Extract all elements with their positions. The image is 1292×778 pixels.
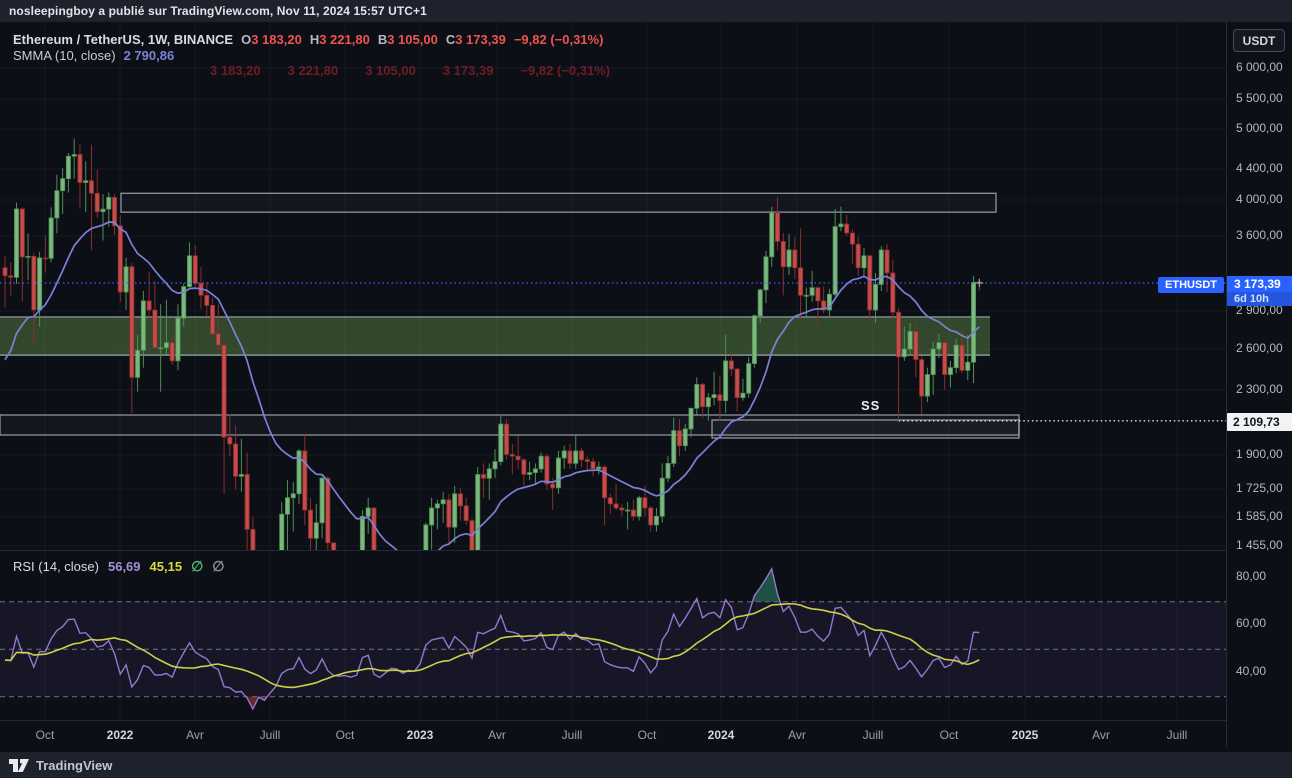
- ghost-high: 3 221,80: [287, 63, 339, 78]
- time-axis-year-label: 2025: [1011, 728, 1039, 742]
- symbol-tag: ETHUSDT: [1158, 277, 1224, 293]
- rsi-legend[interactable]: RSI (14, close) 56,69 45,15 ∅ ∅: [13, 558, 224, 575]
- rsi-chart-canvas[interactable]: [0, 551, 1226, 721]
- empty-set-icon: ∅: [191, 558, 204, 574]
- currency-toggle-button[interactable]: USDT: [1233, 29, 1285, 52]
- ohlc-open: O3 183,20: [241, 31, 302, 47]
- price-axis-label: 1 455,00: [1236, 538, 1283, 552]
- price-axis-label: 40,00: [1236, 664, 1267, 678]
- ohlc-low: B3 105,00: [377, 31, 438, 47]
- time-axis-month-label: Juill: [561, 728, 583, 742]
- time-axis-year-label: 2024: [707, 728, 735, 742]
- tradingview-logo-icon[interactable]: [8, 758, 30, 773]
- time-axis-month-label: Avr: [488, 728, 506, 742]
- last-bar-marker: [975, 279, 984, 288]
- time-axis[interactable]: Oct 2022 Avr Juill Oct 2023 Avr Juill Oct 2024 Avr…: [0, 720, 1292, 747]
- supply-zone: [0, 316, 990, 356]
- publish-info-text: nosleepingboy a publié sur TradingView.c…: [9, 4, 427, 18]
- price-axis-label: 2 600,00: [1236, 341, 1283, 355]
- price-axis-label: 80,00: [1236, 569, 1267, 583]
- footer-bar: TradingView: [0, 752, 1292, 778]
- level-price-badge: 2 109,73: [1227, 413, 1292, 431]
- smma-indicator-label: SMMA (10, close): [13, 47, 116, 63]
- time-axis-month-label: Juill: [862, 728, 884, 742]
- price-axis-label: 6 000,00: [1236, 60, 1283, 74]
- ghost-change: −9,82 (−0,31%): [520, 63, 611, 78]
- main-legend[interactable]: Ethereum / TetherUS, 1W, BINANCE O3 183,…: [13, 31, 603, 63]
- smma-indicator-value: 2 790,86: [123, 47, 175, 63]
- time-axis-month-label: Juill: [1166, 728, 1188, 742]
- ghost-ohlc-row: 3 183,20 3 221,80 3 105,00 3 173,39 −9,8…: [210, 63, 610, 78]
- ghost-open: 3 183,20: [210, 63, 261, 78]
- price-axis-label: 2 300,00: [1236, 382, 1283, 396]
- current-price-value: 3 173,39: [1227, 276, 1292, 292]
- ghost-close: 3 173,39: [442, 63, 494, 78]
- time-axis-month-label: Avr: [1092, 728, 1110, 742]
- ghost-low: 3 105,00: [365, 63, 416, 78]
- price-axis-label: 3 600,00: [1236, 228, 1283, 242]
- price-axis-label: 1 900,00: [1236, 447, 1283, 461]
- price-axis-label: 1 585,00: [1236, 509, 1283, 523]
- legend-row-symbol: Ethereum / TetherUS, 1W, BINANCE O3 183,…: [13, 31, 603, 47]
- price-axis-label: 4 000,00: [1236, 192, 1283, 206]
- resistance-box: [120, 192, 997, 213]
- symbol-title: Ethereum / TetherUS, 1W, BINANCE: [13, 31, 234, 47]
- level-box-inner: [711, 419, 1020, 439]
- ohlc-close: C3 173,39: [445, 31, 506, 47]
- empty-set-icon: ∅: [212, 558, 225, 574]
- legend-row-smma: SMMA (10, close) 2 790,86: [13, 47, 603, 63]
- tradingview-snapshot: nosleepingboy a publié sur TradingView.c…: [0, 0, 1292, 778]
- time-axis-month-label: Oct: [939, 728, 959, 742]
- time-axis-month-label: Oct: [637, 728, 657, 742]
- price-axis-label: 5 000,00: [1236, 121, 1283, 135]
- price-chart-canvas[interactable]: [0, 22, 1226, 550]
- change-value: −9,82 (−0,31%): [513, 31, 604, 47]
- rsi-value: 56,69: [107, 559, 141, 574]
- price-axis[interactable]: USDT 6 000,00 5 500,00 5 000,00 4 400,00 4 0…: [1226, 22, 1292, 747]
- rsi-ma-value: 45,15: [149, 559, 183, 574]
- publish-bar: nosleepingboy a publié sur TradingView.c…: [0, 0, 1292, 22]
- ss-annotation[interactable]: SS: [861, 398, 880, 413]
- time-axis-month-label: Avr: [186, 728, 204, 742]
- time-axis-month-label: Juill: [259, 728, 281, 742]
- rsi-grid: [0, 551, 1226, 721]
- price-axis-label: 1 725,00: [1236, 481, 1283, 495]
- time-axis-year-label: 2023: [406, 728, 434, 742]
- rsi-indicator-label: RSI (14, close): [13, 559, 99, 574]
- time-axis-month-label: Oct: [35, 728, 55, 742]
- tradingview-brand[interactable]: TradingView: [36, 758, 112, 773]
- bar-countdown: 6d 10h: [1227, 292, 1292, 306]
- price-axis-label: 5 500,00: [1236, 91, 1283, 105]
- rsi-pane[interactable]: RSI (14, close) 56,69 45,15 ∅ ∅: [0, 550, 1226, 721]
- time-axis-month-label: Avr: [788, 728, 806, 742]
- price-axis-label: 60,00: [1236, 616, 1267, 630]
- time-axis-year-label: 2022: [106, 728, 134, 742]
- current-price-badge: 3 173,39 6d 10h: [1227, 276, 1292, 306]
- ohlc-high: H3 221,80: [309, 31, 370, 47]
- time-axis-month-label: Oct: [335, 728, 355, 742]
- price-axis-label: 4 400,00: [1236, 161, 1283, 175]
